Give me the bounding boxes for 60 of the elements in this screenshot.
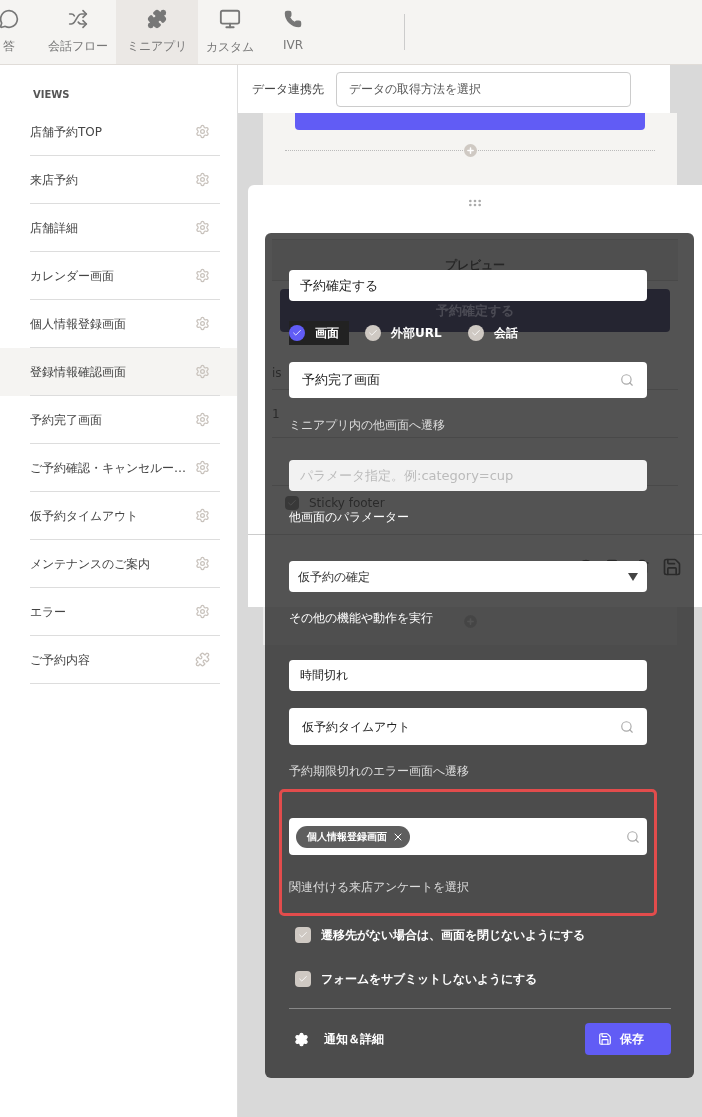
phone-icon [284,10,302,28]
nav-tab[interactable]: 会話フロー [40,0,116,64]
add-button[interactable] [295,113,645,130]
save-icon [598,1032,612,1046]
puzzle-icon[interactable] [195,652,210,667]
gear-icon [294,1031,309,1047]
input-field[interactable]: 予約確定する [289,270,647,301]
gear-icon[interactable] [195,508,210,523]
puzzle-icon [147,9,167,29]
save-button[interactable]: 保存 [585,1023,671,1055]
chat-icon [0,9,19,29]
input-field[interactable]: 時間切れ [289,660,647,691]
check-icon [298,930,308,940]
gear-icon[interactable] [195,172,210,187]
check-icon [368,328,378,338]
field-hint: 他画面のパラメーター [289,511,409,524]
monitor-icon [219,8,241,30]
add-icon[interactable] [463,144,477,157]
sidebar-item[interactable]: 登録情報確認画面 [0,348,237,396]
gear-icon[interactable] [195,460,210,475]
gear-icon[interactable] [195,364,210,379]
search-icon [626,829,640,844]
tag-search-field[interactable]: 個人情報登録画面 [289,818,647,855]
details-button[interactable]: 通知＆詳細 [289,1030,384,1048]
data-source-label: データ連携先 [252,81,324,98]
field-hint: 関連付ける来店アンケートを選択 [289,880,469,894]
checkbox-label: 遷移先がない場合は、画面を閉じないようにする [321,927,585,944]
shuffle-icon [68,9,88,29]
search-icon [620,373,634,387]
gear-icon[interactable] [195,604,210,619]
search-icon [620,719,634,734]
gear-icon[interactable] [195,412,210,427]
select-field[interactable]: 仮予約の確定 [289,561,647,592]
search-field[interactable]: 予約完了画面 [289,362,647,398]
field-hint: ミニアプリ内の他画面へ遷移 [289,417,445,434]
checkbox[interactable] [295,971,311,987]
check-icon [470,328,481,338]
gear-icon[interactable] [195,220,210,235]
checkbox[interactable] [295,927,311,943]
radio-option[interactable]: 外部URL [365,321,452,345]
nav-tab[interactable]: 答 [0,0,40,64]
field-hint: 予約期限切れのエラー画面へ遷移 [289,763,469,780]
radio-option[interactable]: 画面 [289,321,349,345]
search-field[interactable]: 仮予約タイムアウト [289,708,647,745]
radio-option[interactable]: 会話 [467,321,528,345]
gear-icon[interactable] [195,268,210,283]
nav-tab[interactable]: カスタム [198,0,262,64]
check-icon [292,328,302,338]
nav-tab[interactable]: ミニアプリ [116,0,198,64]
gear-icon[interactable] [195,124,210,139]
tag-chip[interactable]: 個人情報登録画面 [296,825,410,848]
nav-tab[interactable]: IVR [262,0,324,64]
gear-icon[interactable] [195,556,210,571]
field-hint: その他の機能や動作を実行 [289,610,433,627]
checkbox-label: フォームをサブミットしないようにする [321,971,537,988]
check-icon [298,974,308,984]
sidebar-heading: VIEWS [33,88,71,102]
dropdown-icon [628,572,638,581]
data-source-select[interactable]: データの取得方法を選択 [336,71,631,107]
gear-icon[interactable] [195,316,210,331]
